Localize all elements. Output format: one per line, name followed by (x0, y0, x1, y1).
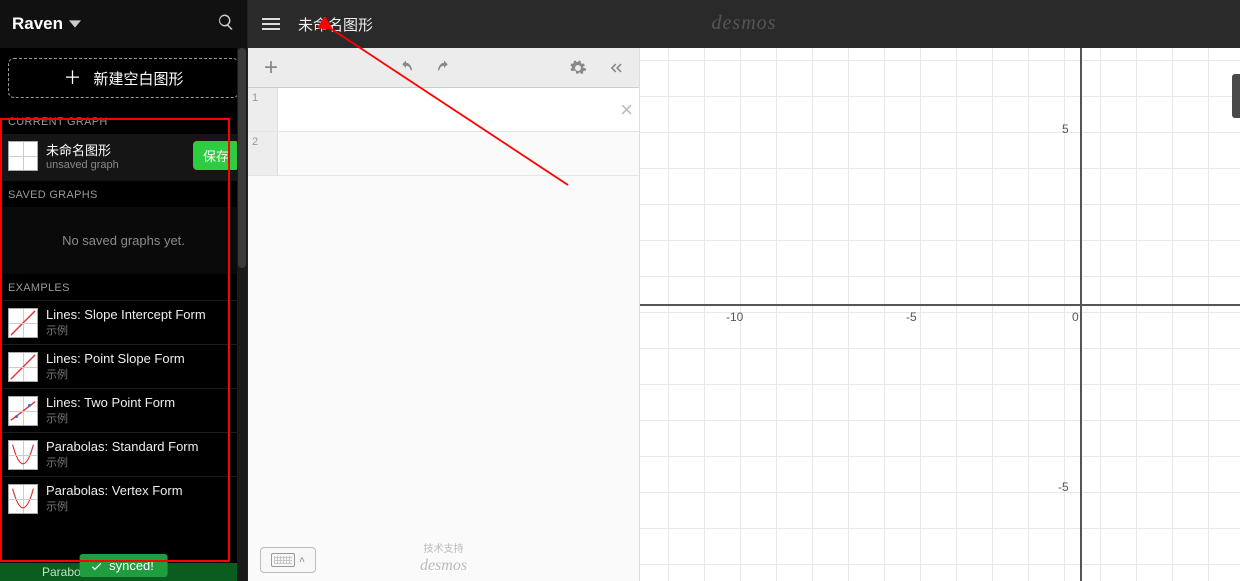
example-subtitle: 示例 (46, 498, 239, 514)
user-name[interactable]: Raven (12, 14, 63, 34)
example-item[interactable]: Parabolas: Vertex Form 示例 (0, 476, 247, 520)
x-tick-label: -10 (726, 310, 743, 324)
sidebar: Raven ＋ 新建空白图形 CURRENT GRAPH 未命名图形 unsav… (0, 0, 248, 581)
y-axis (1080, 48, 1082, 581)
settings-button[interactable] (563, 53, 593, 83)
current-graph-text: 未命名图形 unsaved graph (46, 140, 185, 171)
example-item[interactable]: Lines: Point Slope Form 示例 (0, 344, 247, 388)
user-menu-caret-icon[interactable] (69, 15, 81, 33)
document-title[interactable]: 未命名图形 (298, 14, 373, 35)
new-blank-graph-button[interactable]: ＋ 新建空白图形 (8, 58, 239, 98)
expression-row[interactable]: 2 (248, 132, 639, 176)
graph-thumbnail-icon (8, 352, 38, 382)
plus-icon: + (264, 54, 278, 82)
section-saved-graphs: SAVED GRAPHS (0, 181, 247, 207)
current-graph-title: 未命名图形 (46, 140, 185, 159)
expression-input[interactable] (278, 132, 639, 175)
plus-icon: ＋ (63, 69, 81, 87)
keyboard-icon (271, 553, 295, 567)
collapse-panel-button[interactable] (601, 53, 631, 83)
synced-toast: synced! (79, 554, 168, 577)
footer-brand: 技术支持 desmos (420, 544, 467, 575)
graph-thumbnail-icon (8, 484, 38, 514)
chevron-up-icon: ˄ (299, 555, 305, 566)
footer-brand-logo: desmos (420, 556, 467, 575)
example-item[interactable]: Lines: Two Point Form 示例 (0, 388, 247, 432)
expression-input[interactable]: × (278, 88, 639, 131)
brand-logo: desmos (712, 12, 777, 35)
undo-icon (397, 59, 415, 77)
graph-thumbnail-icon (8, 396, 38, 426)
current-graph-row[interactable]: 未命名图形 unsaved graph 保存 (0, 134, 247, 181)
example-subtitle: 示例 (46, 410, 239, 426)
new-graph-row: ＋ 新建空白图形 (0, 48, 247, 108)
saved-graphs-empty: No saved graphs yet. (0, 207, 247, 274)
example-subtitle: 示例 (46, 322, 239, 338)
example-title: Parabolas: Vertex Form (46, 483, 239, 498)
sidebar-header: Raven (0, 0, 247, 48)
expression-panel: + 1 × (248, 48, 640, 581)
hamburger-icon[interactable] (258, 14, 284, 34)
graph-thumbnail-icon (8, 141, 38, 171)
section-current-graph: CURRENT GRAPH (0, 108, 247, 134)
expression-toolbar: + (248, 48, 639, 88)
expression-index: 2 (248, 132, 278, 175)
sidebar-scrollbar[interactable] (237, 48, 247, 581)
example-title: Lines: Point Slope Form (46, 351, 239, 366)
example-title: Lines: Slope Intercept Form (46, 307, 239, 322)
y-tick-label: -5 (1058, 480, 1069, 494)
example-subtitle: 示例 (46, 366, 239, 382)
examples-list: Lines: Slope Intercept Form 示例 Lines: Po… (0, 300, 247, 581)
expression-index: 1 (248, 88, 278, 131)
y-tick-label: 5 (1062, 122, 1069, 136)
x-tick-label: 0 (1072, 310, 1079, 324)
example-item[interactable]: Parabolas: Standard Form 示例 (0, 432, 247, 476)
keypad-toggle-button[interactable]: ˄ (260, 547, 316, 573)
main-area: 未命名图形 desmos + (248, 0, 1240, 581)
redo-button[interactable] (429, 53, 459, 83)
example-title: Lines: Two Point Form (46, 395, 239, 410)
graph-canvas[interactable]: -10 -5 0 5 -5 (640, 48, 1240, 581)
topbar: 未命名图形 desmos (248, 0, 1240, 48)
synced-toast-label: synced! (109, 558, 154, 573)
section-examples: EXAMPLES (0, 274, 247, 300)
delete-expression-button[interactable]: × (620, 97, 633, 123)
redo-icon (435, 59, 453, 77)
check-icon (89, 559, 103, 573)
gear-icon (569, 59, 587, 77)
workspace: + 1 × (248, 48, 1240, 581)
example-title: Parabolas: Standard Form (46, 439, 239, 454)
x-tick-label: -5 (906, 310, 917, 324)
search-icon[interactable] (217, 13, 235, 36)
save-button[interactable]: 保存 (193, 141, 239, 170)
undo-button[interactable] (391, 53, 421, 83)
chevron-double-left-icon (607, 59, 625, 77)
graph-thumbnail-icon (8, 308, 38, 338)
expression-row[interactable]: 1 × (248, 88, 639, 132)
add-expression-button[interactable]: + (256, 53, 286, 83)
new-graph-label: 新建空白图形 (93, 68, 183, 89)
example-subtitle: 示例 (46, 454, 239, 470)
current-graph-subtitle: unsaved graph (46, 159, 185, 171)
footer-support-label: 技术支持 (420, 544, 467, 556)
graph-thumbnail-icon (8, 440, 38, 470)
x-axis (640, 304, 1240, 306)
example-item[interactable]: Lines: Slope Intercept Form 示例 (0, 300, 247, 344)
zoom-controls-tab[interactable] (1232, 74, 1240, 118)
